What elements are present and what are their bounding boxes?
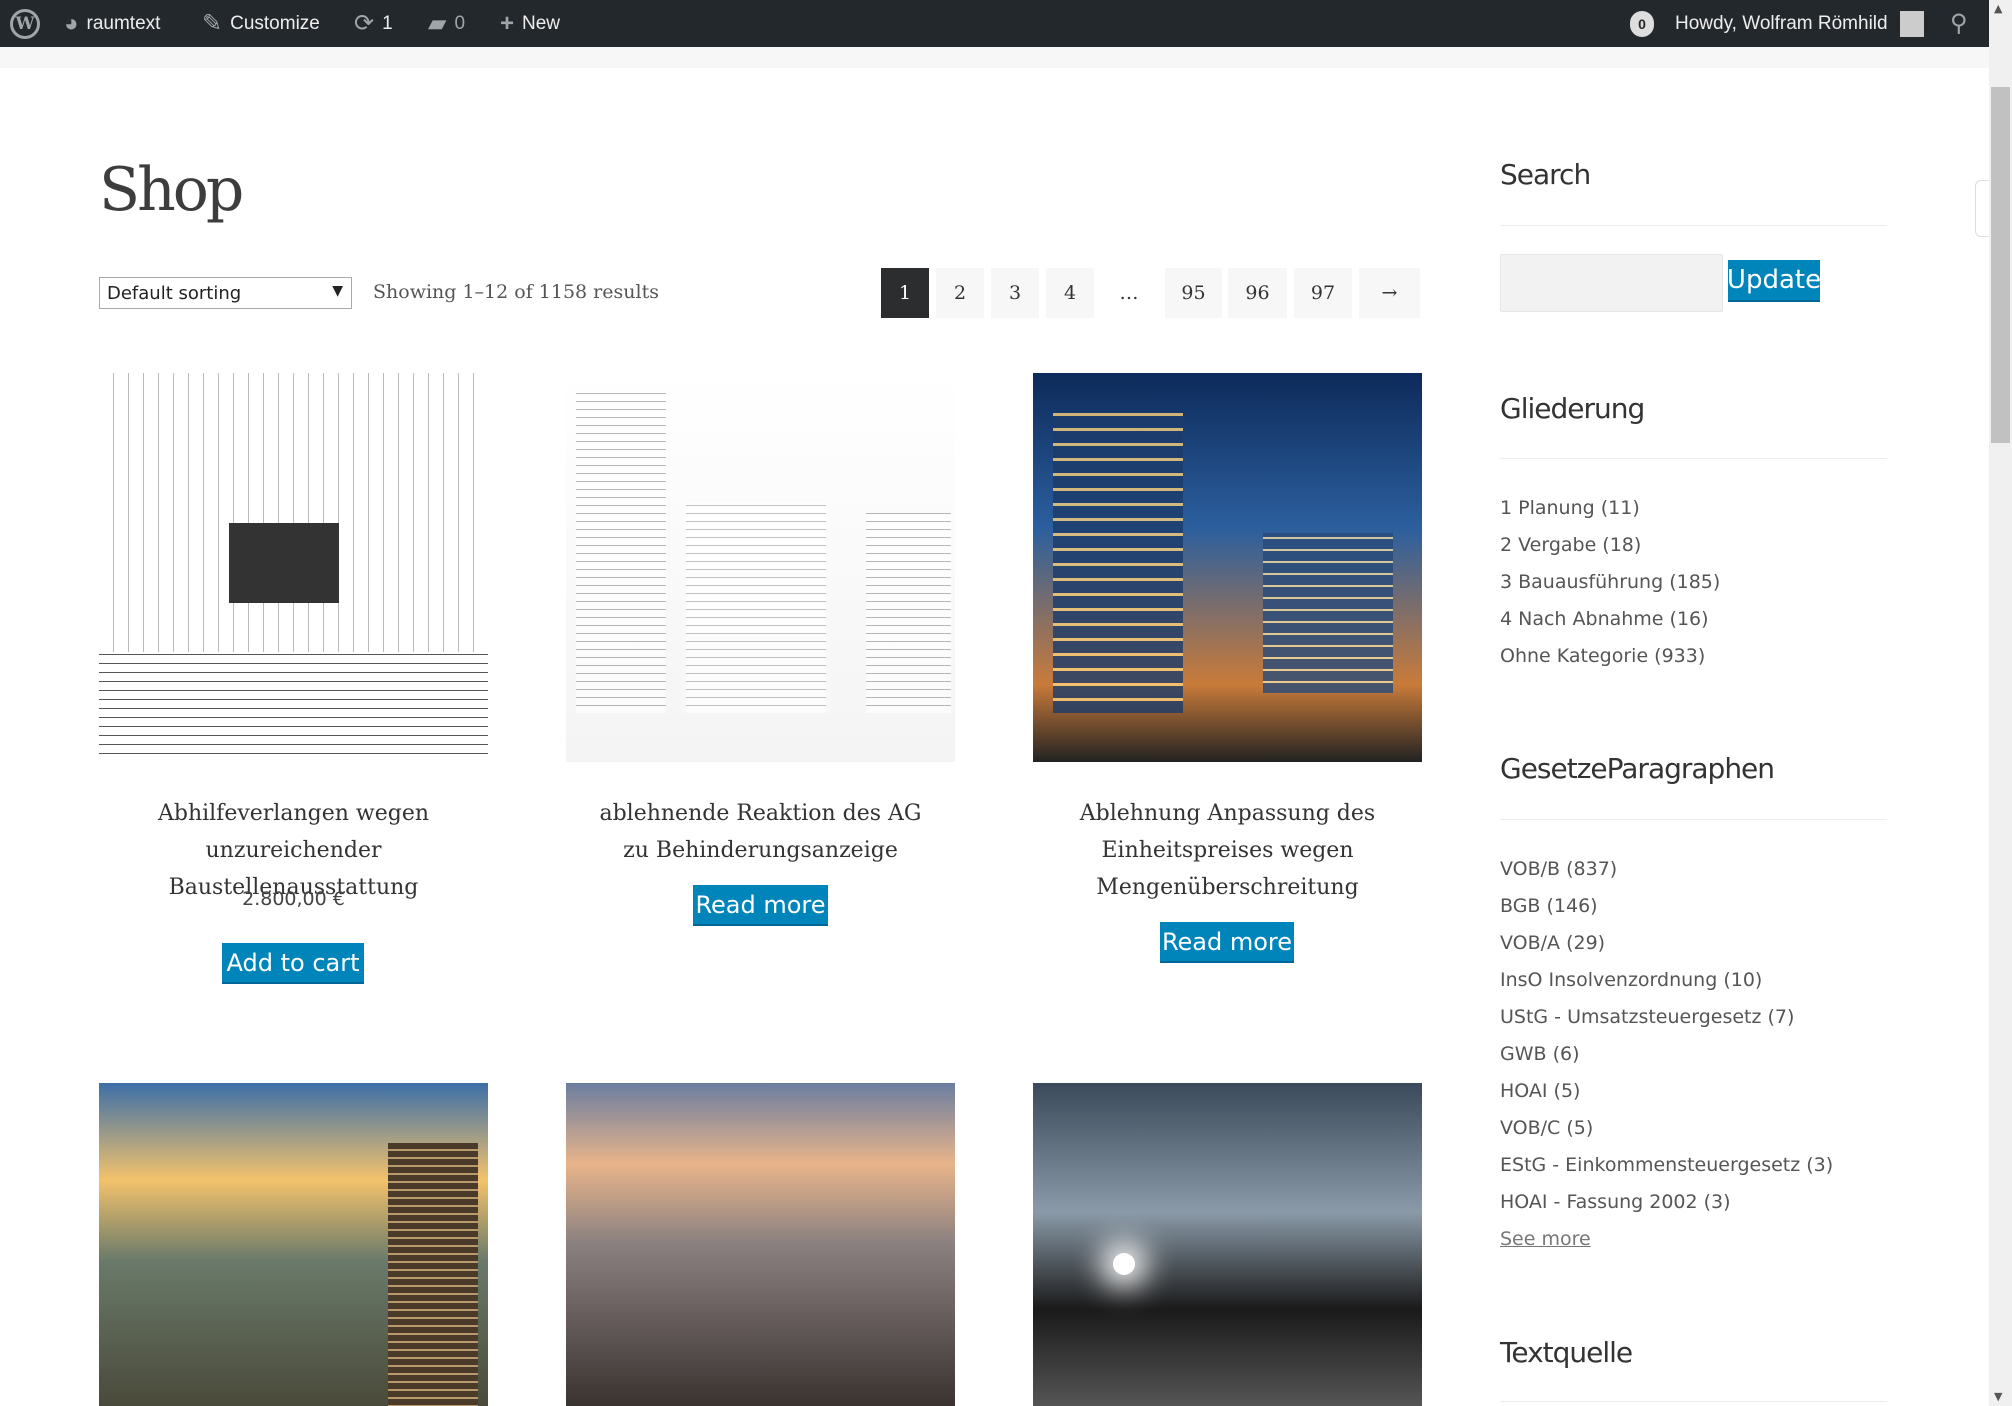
comments-link[interactable]: ▰ 0 (428, 0, 465, 47)
notifications-badge[interactable]: 0 (1630, 0, 1654, 47)
brush-icon: ✎ (202, 10, 223, 37)
product-price: 2.800,00 € (242, 888, 345, 910)
see-more-link[interactable]: See more (1500, 1221, 1833, 1258)
search-icon[interactable]: ⚲ (1950, 0, 1968, 47)
gesetze-widget-title: GesetzeParagraphen (1500, 752, 1775, 785)
updates-link[interactable]: ⟳ 1 (354, 0, 393, 47)
law-link[interactable]: VOB/A (29) (1500, 925, 1833, 962)
comment-icon: ▰ (428, 10, 447, 37)
page-4[interactable]: 4 (1046, 268, 1094, 318)
avatar (1899, 10, 1924, 37)
law-link[interactable]: HOAI - Fassung 2002 (3) (1500, 1184, 1833, 1221)
dropdown-arrow-icon: ▼ (332, 283, 343, 299)
product-image[interactable] (566, 1083, 955, 1406)
category-link[interactable]: Ohne Kategorie (933) (1500, 638, 1720, 675)
read-more-button[interactable]: Read more (1160, 922, 1294, 963)
law-link[interactable]: VOB/C (5) (1500, 1110, 1833, 1147)
divider (1500, 819, 1887, 820)
wordpress-logo-icon[interactable]: W (10, 0, 40, 47)
update-button[interactable]: Update (1727, 260, 1821, 302)
gesetze-list: VOB/B (837) BGB (146) VOB/A (29) InsO In… (1500, 851, 1833, 1258)
page-2[interactable]: 2 (936, 268, 984, 318)
product-title[interactable]: Ablehnung Anpassung des Einheitspreises … (1033, 795, 1422, 906)
read-more-button[interactable]: Read more (693, 885, 828, 926)
category-link[interactable]: 1 Planung (11) (1500, 490, 1720, 527)
result-count: Showing 1–12 of 1158 results (373, 281, 659, 303)
law-link[interactable]: GWB (6) (1500, 1036, 1833, 1073)
category-link[interactable]: 2 Vergabe (18) (1500, 527, 1720, 564)
customize-link[interactable]: ✎ Customize (202, 0, 320, 47)
law-link[interactable]: BGB (146) (1500, 888, 1833, 925)
product-image[interactable] (99, 373, 488, 762)
dashboard-icon: ◕ (64, 9, 79, 37)
divider (1500, 458, 1887, 459)
textquelle-widget-title: Textquelle (1500, 1336, 1633, 1369)
admin-bar: W ◕ raumtext ✎ Customize ⟳ 1 ▰ 0 + New 0 Howd… (0, 0, 1989, 47)
new-content-link[interactable]: + New (500, 0, 560, 47)
site-name-link[interactable]: ◕ raumtext (64, 0, 160, 47)
search-input[interactable] (1500, 254, 1723, 312)
scroll-down-arrow-icon[interactable]: ▼ (1994, 1390, 2002, 1403)
divider (1500, 1401, 1887, 1402)
plus-icon: + (500, 9, 515, 37)
divider (1500, 225, 1887, 226)
category-link[interactable]: 3 Bauausführung (185) (1500, 564, 1720, 601)
scroll-up-arrow-icon[interactable]: ▲ (1994, 2, 2002, 15)
law-link[interactable]: UStG - Umsatzsteuergesetz (7) (1500, 999, 1833, 1036)
header-strip (0, 47, 1989, 68)
search-widget-title: Search (1500, 158, 1591, 191)
page-1[interactable]: 1 (881, 268, 929, 318)
product-image[interactable] (99, 1083, 488, 1406)
gliederung-list: 1 Planung (11) 2 Vergabe (18) 3 Bauausfü… (1500, 490, 1720, 675)
add-to-cart-button[interactable]: Add to cart (222, 943, 364, 984)
page-title: Shop (99, 155, 244, 225)
product-title[interactable]: ablehnende Reaktion des AG zu Behinderun… (566, 795, 955, 869)
gliederung-widget-title: Gliederung (1500, 392, 1645, 425)
product-image[interactable] (1033, 373, 1422, 762)
next-page-button[interactable]: → (1359, 268, 1420, 318)
product-image[interactable] (1033, 1083, 1422, 1406)
page-ellipsis: … (1119, 282, 1139, 304)
page-96[interactable]: 96 (1228, 268, 1287, 318)
scrollbar-thumb[interactable] (1991, 87, 2010, 443)
user-account-menu[interactable]: Howdy, Wolfram Römhild (1675, 0, 1924, 47)
law-link[interactable]: VOB/B (837) (1500, 851, 1833, 888)
page-3[interactable]: 3 (991, 268, 1039, 318)
sorting-select[interactable]: Default sorting ▼ (99, 277, 352, 309)
law-link[interactable]: EStG - Einkommensteuergesetz (3) (1500, 1147, 1833, 1184)
page-97[interactable]: 97 (1294, 268, 1352, 318)
law-link[interactable]: HOAI (5) (1500, 1073, 1833, 1110)
category-link[interactable]: 4 Nach Abnahme (16) (1500, 601, 1720, 638)
page-95[interactable]: 95 (1165, 268, 1222, 318)
law-link[interactable]: InsO Insolvenzordnung (10) (1500, 962, 1833, 999)
product-image[interactable] (566, 373, 955, 762)
updates-icon: ⟳ (354, 10, 375, 37)
